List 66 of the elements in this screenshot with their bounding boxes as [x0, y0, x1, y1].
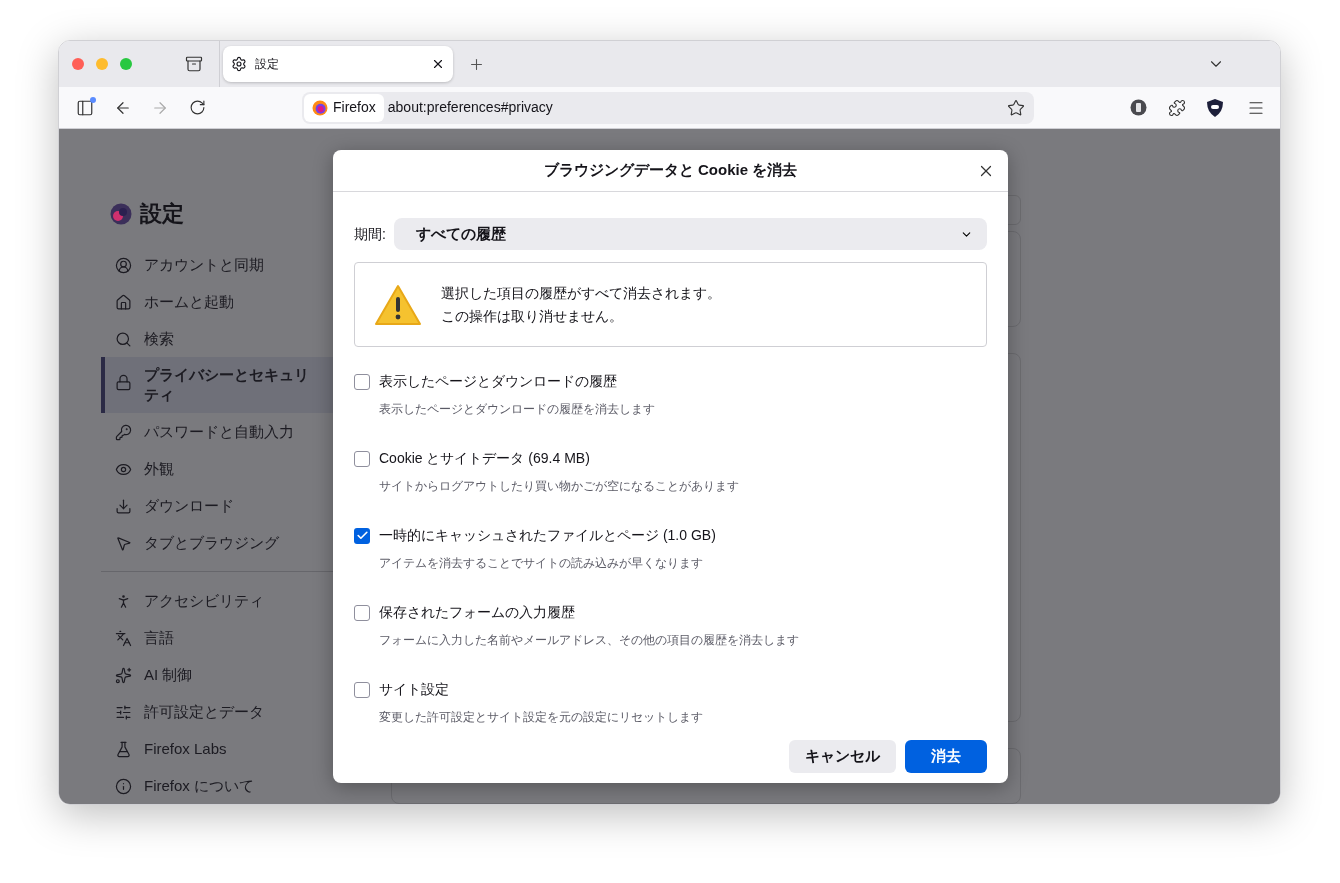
address-bar[interactable]: Firefox about:preferences#privacy	[302, 91, 1034, 124]
option-label: 保存されたフォームの入力履歴	[379, 603, 575, 622]
sidebar-item[interactable]: プライバシーとセキュリティ	[101, 357, 333, 413]
option-label: Cookie とサイトデータ (69.4 MB)	[379, 449, 590, 468]
settings-icon	[231, 56, 247, 72]
lock-icon	[115, 374, 132, 391]
sidebar-item[interactable]: ホームと起動	[101, 283, 333, 320]
cancel-button[interactable]: キャンセル	[789, 740, 896, 773]
sparkle-icon	[115, 666, 132, 684]
flask-icon	[115, 740, 132, 758]
option-description: 変更した許可設定とサイト設定を元の設定にリセットします	[378, 709, 704, 726]
language-icon	[115, 629, 132, 647]
sidebar-item[interactable]: アクセシビリティ	[101, 582, 333, 619]
sidebar-item[interactable]: タブとブラウジング	[101, 524, 333, 561]
tab-tray-icon[interactable]	[185, 55, 203, 73]
option-description: アイテムを消去することでサイトの読み込みが早くなります	[378, 555, 704, 572]
option-label: サイト設定	[379, 680, 449, 699]
period-dropdown[interactable]: すべての履歴	[393, 218, 987, 250]
option-label: 表示したページとダウンロードの履歴	[379, 372, 617, 391]
check-icon	[355, 529, 369, 542]
checkbox[interactable]	[354, 681, 370, 698]
firefox-logo-icon	[312, 99, 328, 116]
sidebar-item[interactable]: パスワードと自動入力	[101, 413, 333, 450]
period-label: 期間:	[354, 224, 386, 244]
clear-button[interactable]: 消去	[905, 740, 987, 773]
dialog-title: ブラウジングデータと Cookie を消去	[542, 160, 799, 181]
home-icon	[115, 293, 132, 311]
reload-icon[interactable]	[189, 99, 206, 116]
shield-icon[interactable]	[1207, 98, 1223, 117]
sidebar-item[interactable]: Firefox Labs	[101, 730, 333, 767]
key-icon	[115, 423, 132, 441]
warning-text: 選択した項目の履歴がすべて消去されます。	[441, 284, 721, 303]
sidebar-item[interactable]: 言語	[101, 619, 333, 656]
search-icon	[115, 330, 132, 348]
checkbox[interactable]	[354, 373, 370, 390]
sidebar-item[interactable]: Firefox について	[101, 767, 333, 804]
pointer-icon	[115, 534, 132, 552]
option-description: 表示したページとダウンロードの履歴を消去します	[378, 401, 656, 418]
browser-tab[interactable]: 設定	[223, 46, 453, 82]
option-description: サイトからログアウトしたり買い物かごが空になることがあります	[378, 478, 740, 495]
settings-heading: 設定	[140, 200, 184, 228]
checkbox[interactable]	[354, 604, 370, 621]
close-icon[interactable]	[431, 57, 445, 71]
sidebar-item[interactable]: アカウントと同期	[101, 246, 333, 283]
extensions-icon[interactable]	[1168, 98, 1186, 117]
sidebar-item[interactable]: 検索	[101, 320, 333, 357]
option-label: 一時的にキャッシュされたファイルとページ (1.0 GB)	[379, 526, 716, 545]
option-description: フォームに入力した名前やメールアドレス、その他の項目の履歴を消去します	[378, 632, 800, 649]
sidebar-item[interactable]: ダウンロード	[101, 487, 333, 524]
account-icon	[115, 256, 132, 274]
identity-chip[interactable]: Firefox	[304, 93, 384, 122]
info-icon	[115, 777, 132, 795]
warning-text: この操作は取り消せません。	[441, 307, 624, 326]
settings-logo-icon	[110, 202, 132, 225]
sidebar-item[interactable]: 許可設定とデータ	[101, 693, 333, 730]
url-text: about:preferences#privacy	[387, 98, 554, 117]
sidebar-item[interactable]: 外観	[101, 450, 333, 487]
checkbox[interactable]	[354, 527, 370, 544]
sidebar-item[interactable]: AI 制御	[101, 656, 333, 693]
sliders-icon	[115, 703, 132, 721]
download-icon	[115, 497, 132, 515]
warning-icon	[375, 283, 421, 326]
sidebar-icon[interactable]	[76, 98, 94, 117]
checkbox[interactable]	[354, 450, 370, 467]
tab-title: 設定	[255, 56, 280, 73]
bookmark-star-icon[interactable]	[1007, 98, 1025, 117]
